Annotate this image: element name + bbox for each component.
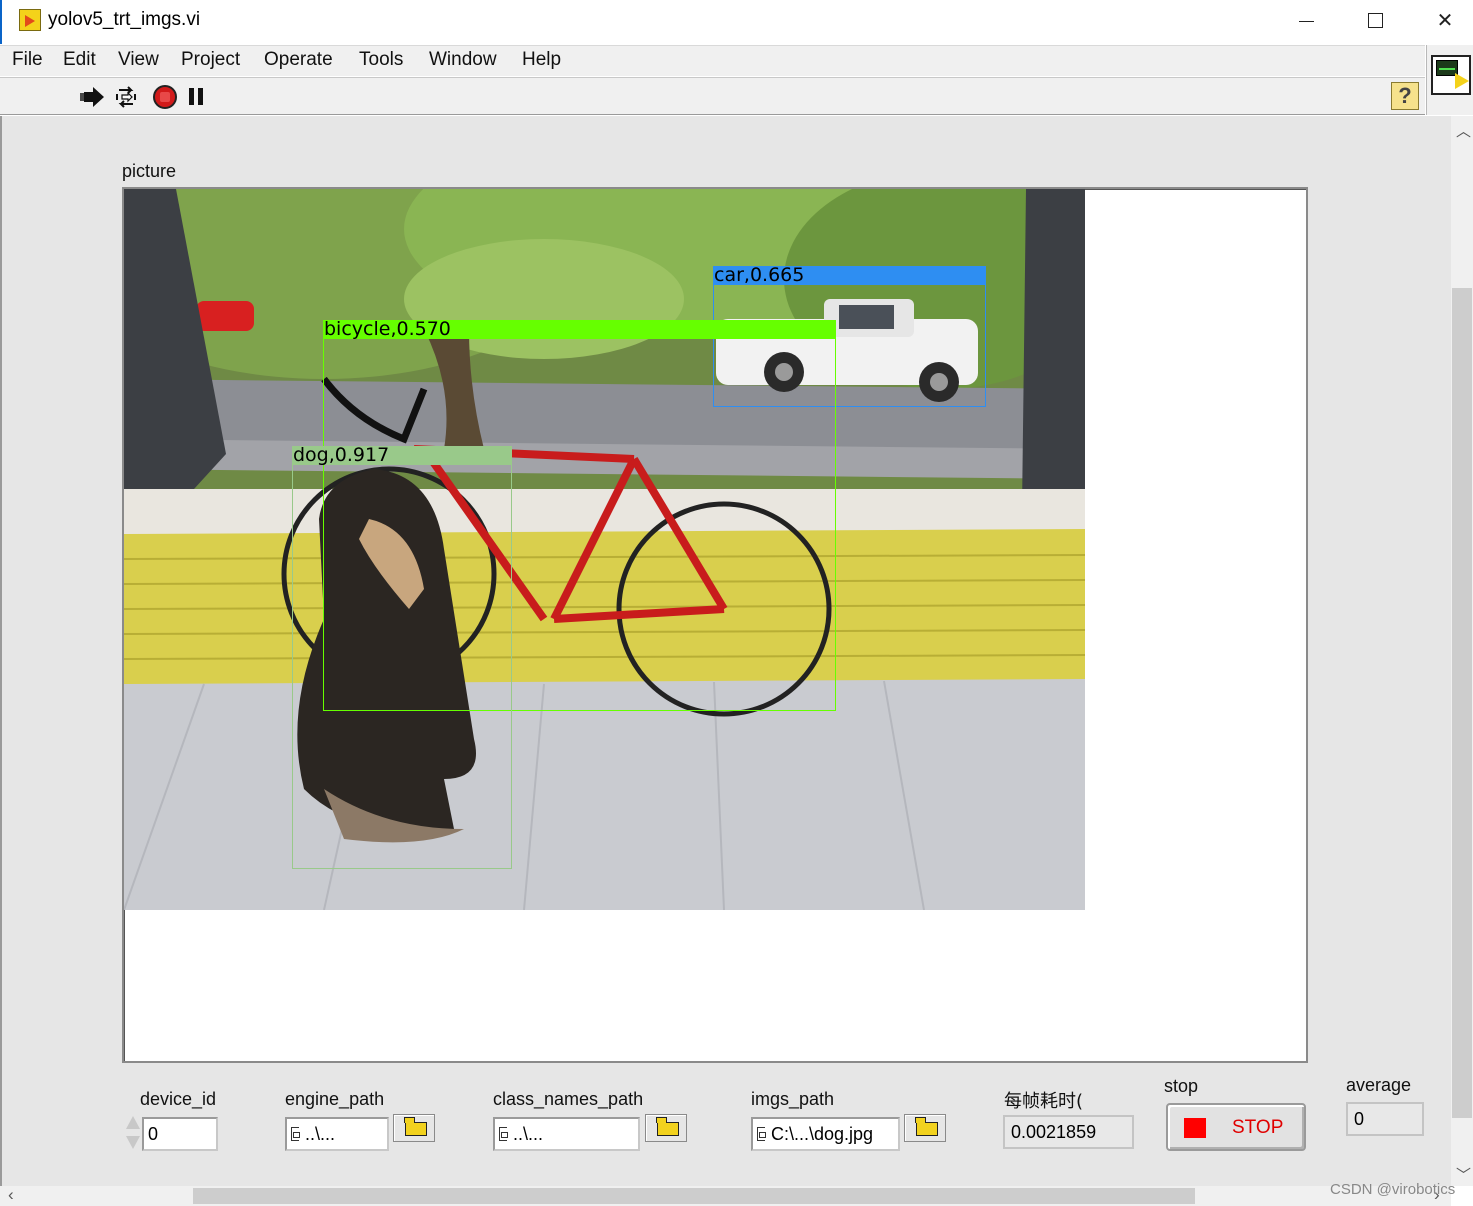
minimize-button[interactable]	[1270, 0, 1340, 42]
minimize-icon	[1299, 21, 1314, 22]
stop-square-icon	[1184, 1118, 1206, 1138]
stop-button-text: STOP	[1232, 1117, 1284, 1138]
device-id-increment-decrement[interactable]	[123, 1114, 141, 1154]
average-label: average	[1346, 1075, 1412, 1095]
menu-bar: File Edit View Project Operate Tools Win…	[0, 45, 1425, 76]
engine-path-browse-button[interactable]	[393, 1114, 435, 1142]
menu-view[interactable]: View	[118, 49, 159, 71]
detection-box-dog	[292, 446, 512, 869]
increment-arrow-icon[interactable]	[126, 1116, 140, 1129]
class-names-path-input[interactable]: ..\...	[493, 1117, 640, 1151]
path-icon	[757, 1127, 766, 1141]
engine-path-input[interactable]: ..\...	[285, 1117, 389, 1151]
close-icon: ✕	[1436, 10, 1454, 32]
class-names-path-value: ..\...	[513, 1124, 544, 1144]
imgs-path-browse-button[interactable]	[904, 1114, 946, 1142]
window-title: yolov5_trt_imgs.vi	[48, 9, 201, 30]
vi-connector-icon[interactable]	[1431, 55, 1471, 95]
detection-label-car: car,0.665	[713, 266, 986, 285]
detection-image: car,0.665 bicycle,0.570 dog,0.917	[124, 189, 1085, 910]
average-indicator: 0	[1346, 1102, 1424, 1136]
horizontal-scroll-thumb[interactable]	[193, 1188, 1195, 1204]
close-button[interactable]: ✕	[1410, 0, 1473, 42]
menu-file[interactable]: File	[12, 49, 43, 71]
vertical-scroll-thumb[interactable]	[1452, 288, 1472, 1118]
folder-icon	[915, 1117, 938, 1136]
labview-vi-icon	[19, 9, 41, 31]
menu-window[interactable]: Window	[429, 49, 497, 71]
window-edge	[0, 116, 2, 1206]
imgs-path-input[interactable]: C:\...\dog.jpg	[751, 1117, 900, 1151]
stop-button[interactable]: STOP	[1166, 1103, 1306, 1151]
run-arrow-icon[interactable]	[80, 85, 106, 109]
imgs-path-value: C:\...\dog.jpg	[771, 1124, 874, 1144]
pause-icon[interactable]	[189, 88, 205, 105]
scroll-left-icon[interactable]: ‹	[8, 1185, 14, 1205]
class-names-path-label: class_names_path	[493, 1089, 644, 1109]
device-id-label: device_id	[140, 1089, 217, 1109]
path-icon	[499, 1127, 508, 1141]
run-continuously-icon[interactable]	[113, 85, 139, 109]
path-icon	[291, 1127, 300, 1141]
vi-icon-pane	[1426, 45, 1473, 115]
maximize-icon	[1368, 13, 1383, 28]
watermark: CSDN @virobotics	[1330, 1181, 1456, 1198]
context-help-button[interactable]: ?	[1391, 82, 1419, 110]
horizontal-scrollbar[interactable]: ‹ ›	[0, 1185, 1451, 1206]
menu-edit[interactable]: Edit	[63, 49, 96, 71]
picture-label: picture	[122, 161, 177, 181]
stop-label: stop	[1164, 1076, 1199, 1096]
toolbar: ?	[0, 77, 1425, 115]
detection-label-bicycle: bicycle,0.570	[323, 320, 836, 339]
engine-path-label: engine_path	[285, 1089, 385, 1109]
frame-time-indicator: 0.0021859	[1003, 1115, 1134, 1149]
folder-icon	[404, 1117, 427, 1136]
scroll-up-icon[interactable]: ︿	[1456, 120, 1471, 141]
class-names-path-browse-button[interactable]	[645, 1114, 687, 1142]
imgs-path-label: imgs_path	[751, 1089, 835, 1109]
vertical-scrollbar[interactable]: ︿ ﹀	[1451, 116, 1473, 1186]
menu-help[interactable]: Help	[522, 49, 561, 71]
title-bar: yolov5_trt_imgs.vi ✕	[0, 0, 1473, 44]
folder-icon	[656, 1117, 679, 1136]
frame-time-label: 每帧耗时(	[1004, 1091, 1084, 1112]
menu-operate[interactable]: Operate	[264, 49, 333, 71]
scroll-down-icon[interactable]: ﹀	[1456, 1164, 1471, 1185]
menu-project[interactable]: Project	[181, 49, 240, 71]
abort-icon[interactable]	[153, 85, 177, 109]
detection-label-dog: dog,0.917	[292, 446, 512, 465]
menu-tools[interactable]: Tools	[359, 49, 403, 71]
device-id-input[interactable]: 0	[142, 1117, 218, 1151]
maximize-button[interactable]	[1340, 0, 1410, 42]
decrement-arrow-icon[interactable]	[126, 1136, 140, 1149]
engine-path-value: ..\...	[305, 1124, 336, 1144]
